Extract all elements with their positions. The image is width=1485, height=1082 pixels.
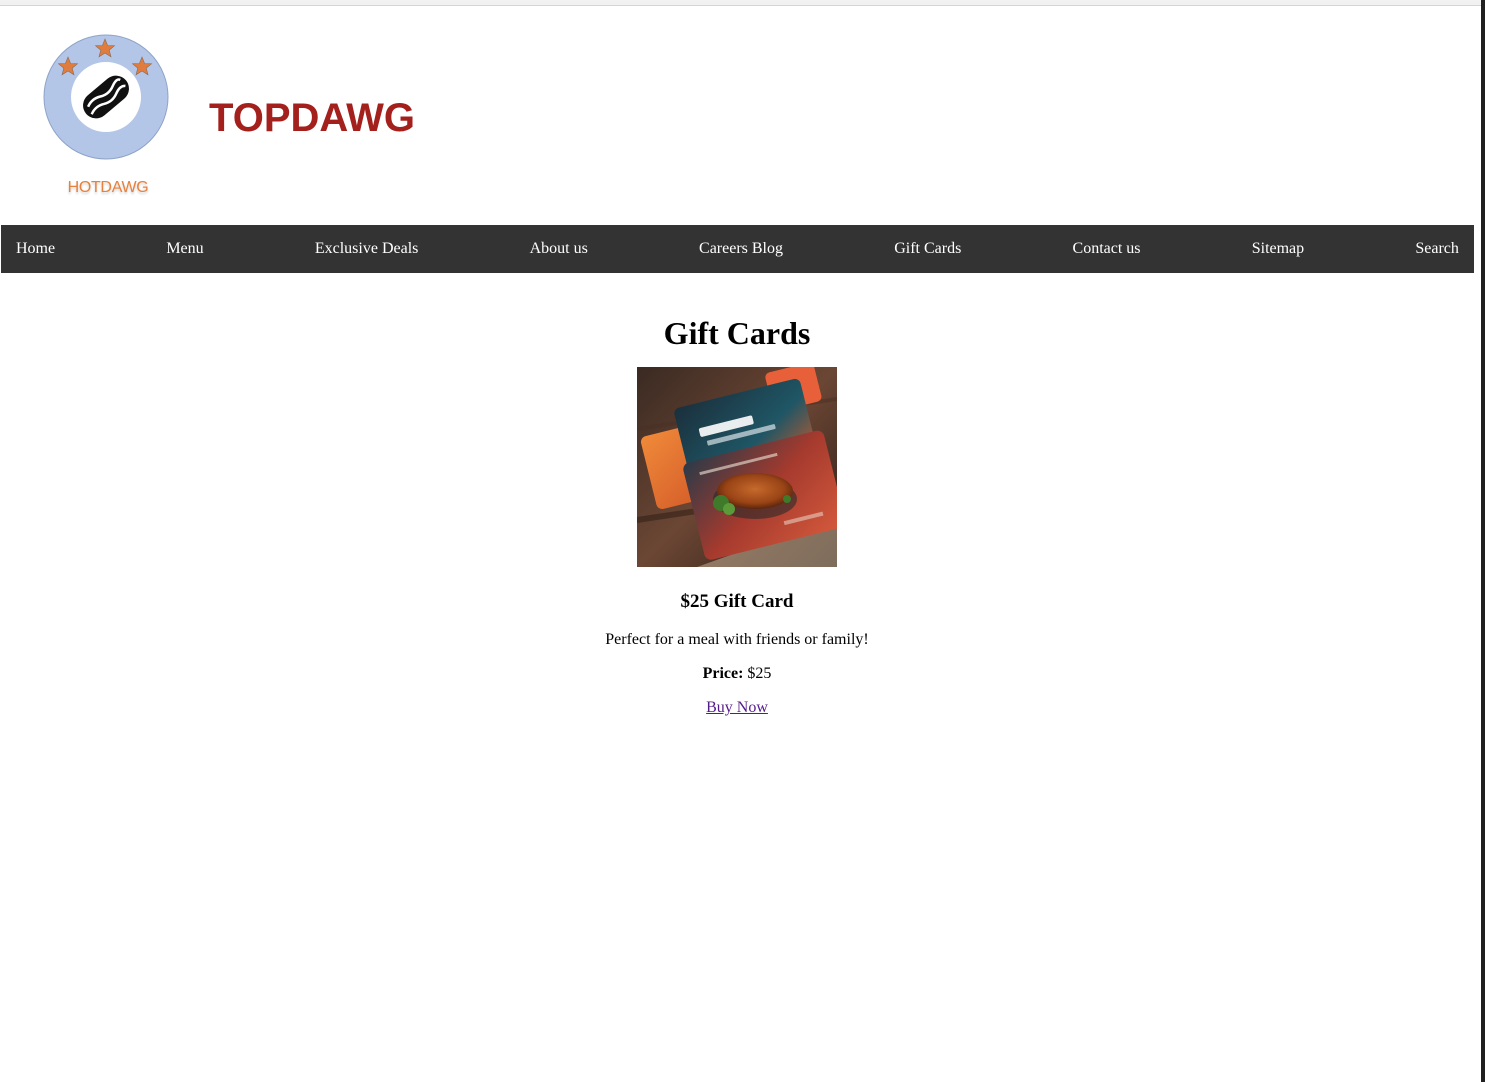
product-title: $25 Gift Card (680, 591, 794, 612)
site-header: HOTDAWG TOPDAWG (0, 7, 1481, 225)
site-logo[interactable]: HOTDAWG (38, 29, 178, 204)
nav-link-menu[interactable]: Menu (166, 240, 203, 258)
nav-link-contact-us[interactable]: Contact us (1073, 240, 1141, 258)
window-right-border (1481, 0, 1485, 1082)
hotdog-logo-icon (43, 34, 169, 160)
main-content: Gift Cards $25 Gift Card Perfect for a m… (0, 273, 1474, 717)
gift-card-image (637, 367, 837, 567)
nav-link-search[interactable]: Search (1415, 240, 1459, 258)
page-title: Gift Cards (663, 315, 811, 351)
page: HOTDAWG TOPDAWG Home Menu Exclusive Deal… (0, 0, 1485, 1082)
gift-card-product: $25 Gift Card Perfect for a meal with fr… (0, 367, 1474, 717)
buy-now-link[interactable]: Buy Now (706, 699, 768, 717)
nav-link-careers-blog[interactable]: Careers Blog (699, 240, 783, 258)
product-price: Price: $25 (0, 665, 1474, 683)
brand-title: TOPDAWG (209, 96, 415, 140)
price-value: $25 (747, 665, 772, 682)
nav-link-about-us[interactable]: About us (530, 240, 588, 258)
browser-top-border (0, 0, 1485, 6)
nav-link-sitemap[interactable]: Sitemap (1252, 240, 1304, 258)
logo-wordmark: HOTDAWG (67, 179, 149, 196)
product-description: Perfect for a meal with friends or famil… (605, 631, 869, 648)
nav-link-exclusive-deals[interactable]: Exclusive Deals (315, 240, 419, 258)
price-label: Price: (702, 665, 744, 682)
main-navigation: Home Menu Exclusive Deals About us Caree… (1, 225, 1474, 273)
nav-link-home[interactable]: Home (16, 240, 55, 258)
nav-link-gift-cards[interactable]: Gift Cards (894, 240, 961, 258)
